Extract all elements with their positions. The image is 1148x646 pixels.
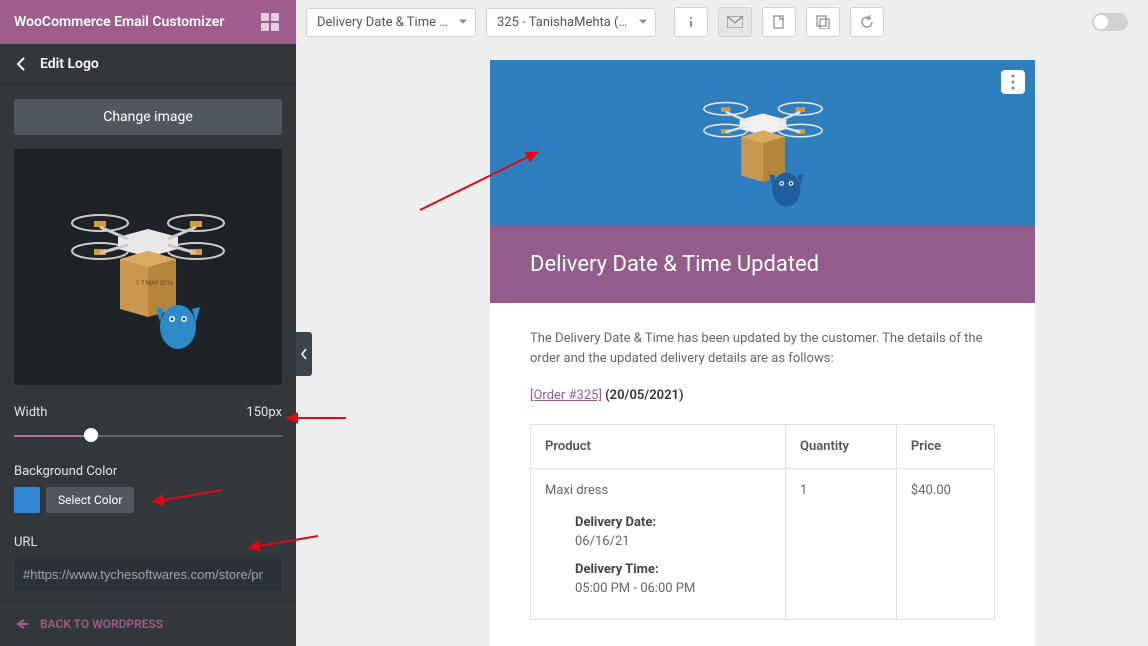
refresh-icon [860,15,874,29]
copy-icon [816,15,830,29]
dots-vertical-icon [1011,74,1015,90]
email-logo-block[interactable] [490,60,1035,226]
order-table: Product Quantity Price Maxi dress Delive… [530,424,995,620]
refresh-button[interactable] [850,7,884,37]
email-preview: Delivery Date & Time Updated The Deliver… [490,60,1035,646]
order-date: (20/05/2021) [605,388,683,403]
grid-icon[interactable] [258,10,282,34]
mail-icon [727,16,743,28]
bgcolor-label: Background Color [14,464,282,479]
email-intro: The Delivery Date & Time has been update… [530,329,995,368]
logo-preview: 1 7 MAY 2016 [14,149,282,385]
email-drone-logo [693,73,833,213]
chevron-right-icon [300,348,308,360]
info-button[interactable] [674,7,708,37]
width-slider[interactable] [14,430,282,442]
info-icon [684,15,698,29]
email-type-dropdown[interactable]: Delivery Date & Time Up... [306,8,476,37]
svg-text:1 7 MAY 2016: 1 7 MAY 2016 [136,280,174,287]
app-header: WooCommerce Email Customizer [0,0,296,44]
app-title: WooCommerce Email Customizer [14,14,258,30]
delivery-date-value: 06/16/21 [575,532,771,552]
delivery-date-label: Delivery Date: [575,513,771,533]
copy-button[interactable] [762,7,796,37]
arrow-left-icon [14,616,30,632]
width-label: Width [14,405,47,420]
url-label: URL [14,535,282,550]
subheader-title: Edit Logo [40,56,99,72]
change-image-button[interactable]: Change image [14,99,282,135]
width-value: 150px [246,405,282,420]
bgcolor-swatch[interactable] [14,487,40,513]
delivery-time-value: 05:00 PM - 06:00 PM [575,579,771,599]
mail-button[interactable] [718,7,752,37]
email-subject-text: Delivery Date & Time Updated [530,252,995,277]
select-color-button[interactable]: Select Color [46,487,134,513]
email-body-block: The Delivery Date & Time has been update… [490,303,1035,646]
duplicate-button[interactable] [806,7,840,37]
qty-value: 1 [785,469,896,620]
email-subject-block[interactable]: Delivery Date & Time Updated [490,226,1035,303]
table-row: Maxi dress Delivery Date: 06/16/21 Deliv… [531,469,995,620]
order-link[interactable]: [Order #325] [530,388,602,403]
col-price: Price [896,424,994,469]
order-dropdown[interactable]: 325 - TanishaMehta (ta... [486,8,656,37]
document-icon [772,15,786,29]
footer-label: BACK TO WORDPRESS [40,617,163,631]
col-quantity: Quantity [785,424,896,469]
product-name: Maxi dress [545,483,608,498]
subheader[interactable]: Edit Logo [0,44,296,85]
col-product: Product [531,424,786,469]
block-menu-button[interactable] [1001,70,1025,94]
toolbar: Delivery Date & Time Up... 325 - Tanisha… [296,0,1148,44]
url-input[interactable] [14,558,282,591]
drone-box-logo: 1 7 MAY 2016 [58,177,238,357]
chevron-left-icon [14,56,30,72]
back-to-wordpress[interactable]: BACK TO WORDPRESS [0,601,296,646]
delivery-time-label: Delivery Time: [575,560,771,580]
price-value: $40.00 [896,469,994,620]
collapse-sidebar-tab[interactable] [296,332,312,376]
preview-toggle[interactable] [1092,13,1128,31]
